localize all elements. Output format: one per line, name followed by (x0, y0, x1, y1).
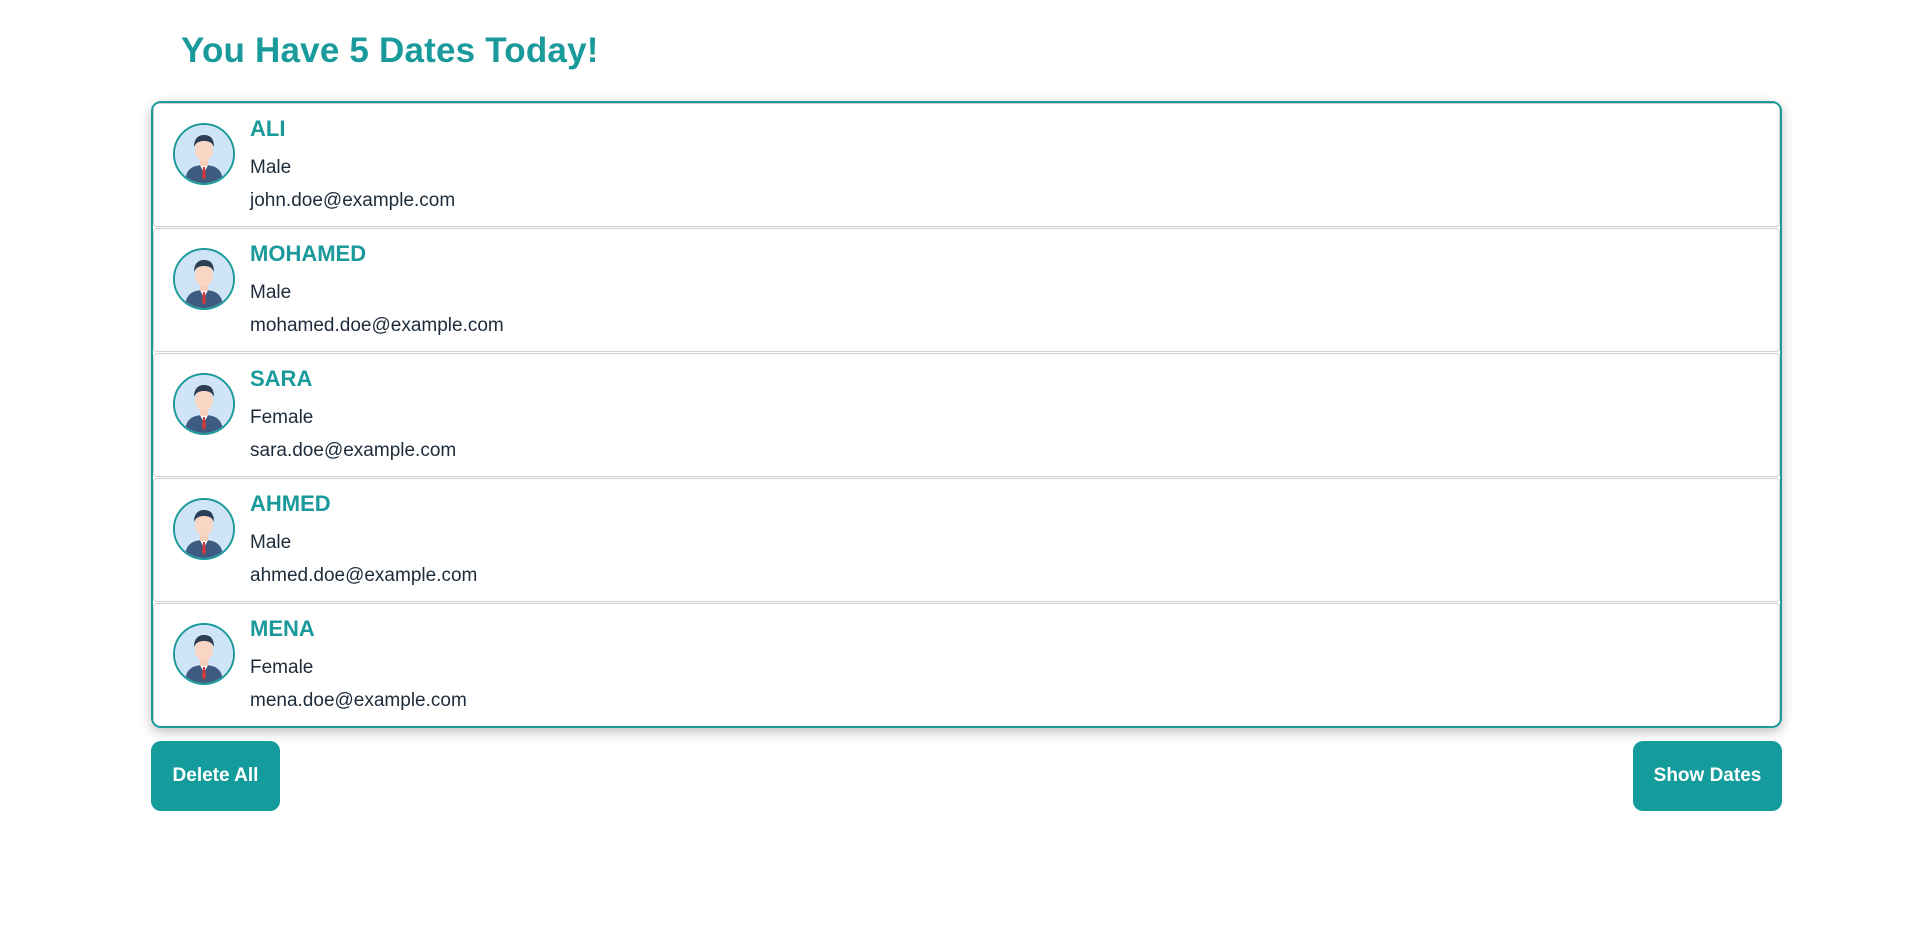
list-item: ALI Male john.doe@example.com (153, 103, 1780, 227)
person-gender: Male (250, 282, 292, 303)
dates-list: ALI Male john.doe@example.com MOHAMED Ma… (151, 101, 1782, 728)
list-item: MENA Female mena.doe@example.com (153, 603, 1780, 726)
list-item: SARA Female sara.doe@example.com (153, 353, 1780, 477)
person-name: AHMED (250, 491, 331, 516)
page-title: You Have 5 Dates Today! (181, 31, 599, 70)
person-name: ALI (250, 116, 286, 141)
person-name: MENA (250, 616, 315, 641)
person-gender: Male (250, 157, 292, 178)
person-name: SARA (250, 366, 313, 391)
person-email: mohamed.doe@example.com (250, 315, 504, 336)
male-avatar-icon (173, 623, 235, 685)
person-name: MOHAMED (250, 241, 367, 266)
show-dates-button[interactable]: Show Dates (1633, 741, 1782, 811)
person-email: mena.doe@example.com (250, 690, 467, 711)
male-avatar-icon (173, 248, 235, 310)
male-avatar-icon (173, 373, 235, 435)
person-email: ahmed.doe@example.com (250, 565, 478, 586)
person-gender: Male (250, 532, 292, 553)
person-gender: Female (250, 657, 314, 678)
male-avatar-icon (173, 123, 235, 185)
person-email: sara.doe@example.com (250, 440, 457, 461)
male-avatar-icon (173, 498, 235, 560)
list-item: MOHAMED Male mohamed.doe@example.com (153, 228, 1780, 352)
person-email: john.doe@example.com (250, 190, 456, 211)
list-item: AHMED Male ahmed.doe@example.com (153, 478, 1780, 602)
delete-all-button[interactable]: Delete All (151, 741, 280, 811)
person-gender: Female (250, 407, 314, 428)
page: You Have 5 Dates Today! ALI Male john.do… (0, 0, 1920, 932)
